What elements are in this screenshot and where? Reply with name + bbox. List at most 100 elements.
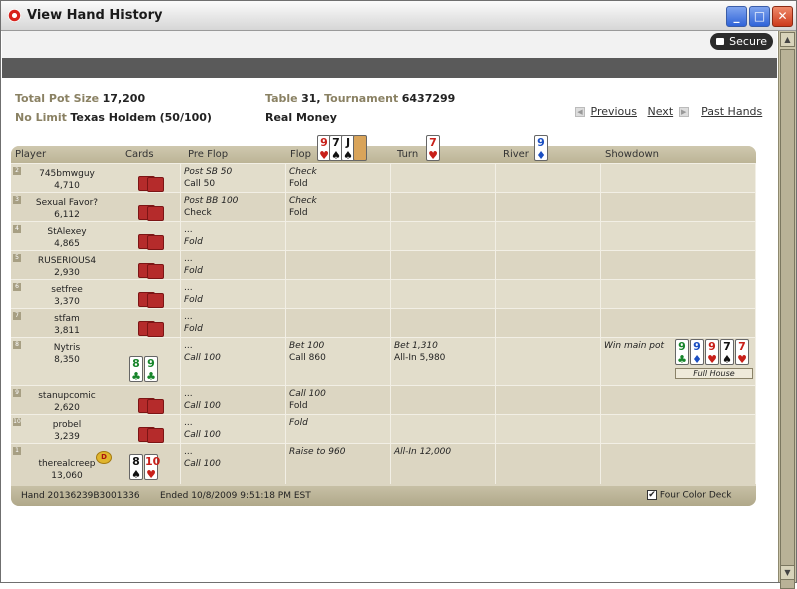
turn-card: 7 ♥ <box>426 135 440 162</box>
turn-action: All-In 12,000 <box>394 447 452 457</box>
four-color-checkbox[interactable]: ✔ <box>647 490 657 500</box>
preflop-action: Post SB 50 <box>184 167 233 177</box>
game-type: No Limit Texas Holdem (50/100) <box>15 111 212 124</box>
scroll-up-icon[interactable]: ▲ <box>780 32 795 47</box>
secure-label: Secure <box>729 35 767 48</box>
seat-number: 8 <box>13 341 21 349</box>
player-chips: 3,811 <box>54 326 80 336</box>
money-label: Real Money <box>265 111 337 124</box>
showdown-card: 9 ♦ <box>690 339 704 366</box>
flop-cell: Call 100 Fold <box>286 386 391 414</box>
river-cell <box>496 338 601 385</box>
past-hands-link[interactable]: Past Hands <box>701 105 762 118</box>
four-color-label: Four Color Deck <box>659 490 732 501</box>
player-cell: Sexual Favor? 6,112 <box>23 197 111 221</box>
preflop-action: Fold <box>184 324 203 334</box>
showdown-cell <box>601 309 756 337</box>
hand-id: Hand 20136239B3001336 <box>21 491 140 501</box>
next-link[interactable]: Next <box>648 105 674 118</box>
turn-cell: All-In 12,000 <box>391 444 496 484</box>
flop-action: Fold <box>289 401 308 411</box>
preflop-action: Call 100 <box>184 401 221 411</box>
player-chips: 6,112 <box>54 210 80 220</box>
player-name: Nytris <box>53 343 81 353</box>
table-info: Table 31, Tournament 6437299 <box>265 92 455 105</box>
cards-cell <box>121 164 181 192</box>
showdown-cell <box>601 193 756 221</box>
preflop-action: Call 50 <box>184 179 216 189</box>
showdown-cell <box>601 386 756 414</box>
table-row: 1 therealcreep 13,060 D 8 ♠ 10 ♥... Call 100 Ra… <box>11 443 756 484</box>
preflop-cell: ... Call 100 <box>181 415 286 443</box>
player-cell: 745bmwguy 4,710 <box>23 168 111 192</box>
card-back-icon <box>147 264 164 279</box>
flop-cell: Bet 100 Call 860 <box>286 338 391 385</box>
scroll-down-icon[interactable]: ▼ <box>780 565 795 580</box>
cards-cell: 8 ♠ 10 ♥ <box>121 444 181 484</box>
close-button[interactable]: ✕ <box>772 6 793 27</box>
turn-cell <box>391 193 496 221</box>
preflop-action: Call 100 <box>184 459 221 469</box>
scroll-thumb[interactable] <box>780 49 795 589</box>
col-cards: Cards <box>125 149 154 160</box>
total-pot: Total Pot Size 17,200 <box>15 92 145 105</box>
preflop-action: ... <box>184 225 193 235</box>
turn-cell <box>391 415 496 443</box>
vertical-scrollbar[interactable]: ▲ ▼ <box>778 31 796 589</box>
hand-rank-label: Full House <box>675 368 753 379</box>
seat-number: 6 <box>13 283 21 291</box>
tournament-label: Tournament <box>324 92 399 105</box>
flop-action: Raise to 960 <box>289 447 346 457</box>
player-name: 745bmwguy <box>39 169 95 179</box>
preflop-cell: ... Call 100 <box>181 338 286 385</box>
river-cell <box>496 444 601 484</box>
showdown-card: 7 ♥ <box>735 339 749 366</box>
player-name: stanupcomic <box>38 391 96 401</box>
card-back-icon <box>147 322 164 337</box>
game-name: Texas Holdem <box>70 111 157 124</box>
previous-link[interactable]: Previous <box>591 105 638 118</box>
preflop-action: Call 100 <box>184 353 221 363</box>
table-row: 4 StAlexey 4,865... Fold <box>11 221 756 250</box>
header-strip <box>2 58 777 78</box>
seat-number: 9 <box>13 389 21 397</box>
preflop-cell: Post BB 100 Check <box>181 193 286 221</box>
showdown-cell <box>601 251 756 279</box>
total-pot-label: Total Pot Size <box>15 92 100 105</box>
player-cell: StAlexey 4,865 <box>23 226 111 250</box>
preflop-action: Fold <box>184 295 203 305</box>
flop-cell: Raise to 960 <box>286 444 391 484</box>
card-back-icon <box>147 235 164 250</box>
river-cell <box>496 386 601 414</box>
flop-action: Check <box>289 196 317 206</box>
minimize-button[interactable]: _ <box>726 6 747 27</box>
cards-cell <box>121 415 181 443</box>
hand-navigation: ◀ Previous Next ▶ Past Hands <box>573 105 762 118</box>
turn-cell <box>391 222 496 250</box>
lock-icon <box>716 38 725 45</box>
flop-cell: Check Fold <box>286 164 391 192</box>
player-cell: probel 3,239 <box>23 419 111 443</box>
showdown-card: 7 ♠ <box>720 339 734 366</box>
player-chips: 8,350 <box>54 355 80 365</box>
seat-number: 2 <box>13 167 21 175</box>
preflop-action: ... <box>184 254 193 264</box>
showdown-cell <box>601 222 756 250</box>
hand-history-window: View Hand History _ □ ✕ ▲ ▼ Secure Total… <box>0 0 797 589</box>
seat-number: 7 <box>13 312 21 320</box>
table-row: 3 Sexual Favor? 6,112 Post BB 100 Check Check… <box>11 192 756 221</box>
seat-number: 1 <box>13 447 21 455</box>
hole-card: 9 ♣ <box>144 356 158 383</box>
tournament-value: 6437299 <box>401 92 456 105</box>
seat-number: 5 <box>13 254 21 262</box>
player-chips: 2,620 <box>54 403 80 413</box>
hole-card: 8 ♣ <box>129 356 143 383</box>
table-row: 9 stanupcomic 2,620... Call 100 Call 100 Fold <box>11 385 756 414</box>
player-cell: stfam 3,811 <box>23 313 111 337</box>
seat-number: 4 <box>13 225 21 233</box>
flop-cell <box>286 222 391 250</box>
four-color-toggle[interactable]: ✔ Four Color Deck <box>647 490 732 501</box>
maximize-button[interactable]: □ <box>749 6 770 27</box>
showdown-cell <box>601 280 756 308</box>
player-chips: 3,370 <box>54 297 80 307</box>
